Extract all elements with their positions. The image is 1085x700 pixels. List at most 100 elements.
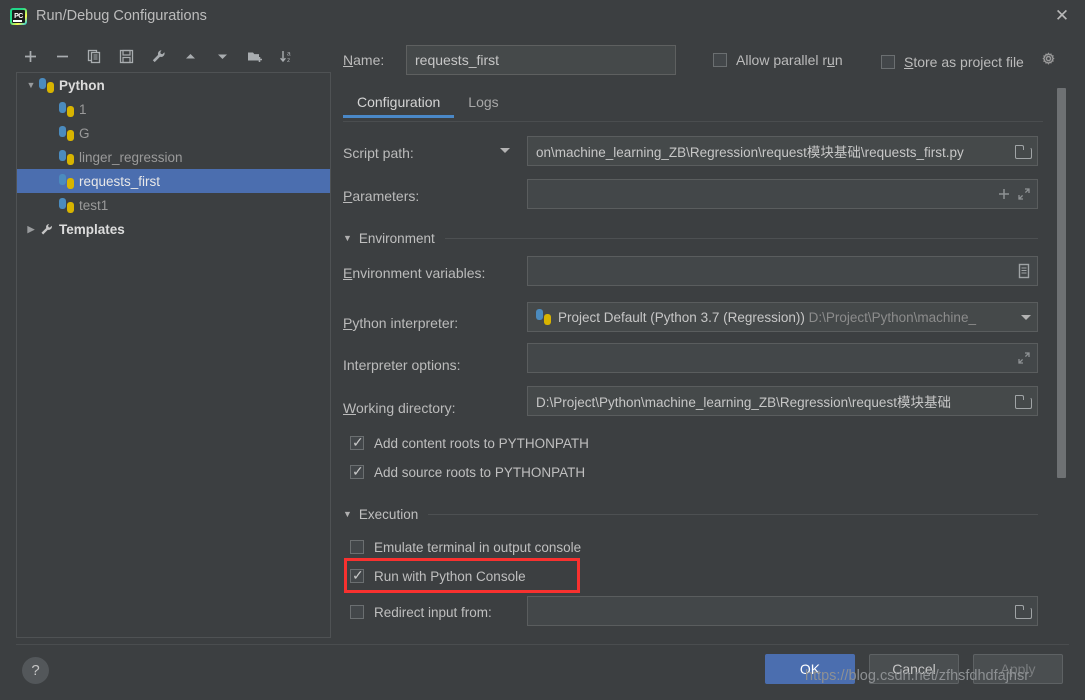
interpreter-options-input[interactable] bbox=[527, 343, 1038, 373]
tree-node-label: G bbox=[79, 125, 90, 141]
tree-node-label: requests_first bbox=[79, 173, 161, 189]
store-as-project-file-checkbox[interactable] bbox=[881, 54, 895, 69]
script-path-input[interactable]: on\machine_learning_ZB\Regression\reques… bbox=[527, 136, 1038, 166]
list-icon[interactable] bbox=[1017, 263, 1031, 279]
configurations-tree[interactable]: ▼ Python 1 G linger_regression requests_… bbox=[16, 72, 331, 638]
new-folder-button[interactable] bbox=[240, 43, 269, 69]
remove-configuration-button[interactable] bbox=[48, 43, 77, 69]
pycharm-logo-icon: PC bbox=[10, 7, 27, 25]
collapse-triangle-icon[interactable]: ▶ bbox=[23, 224, 39, 235]
emulate-terminal-label: Emulate terminal in output console bbox=[374, 539, 582, 555]
run-with-python-console-checkbox[interactable] bbox=[350, 566, 364, 584]
add-configuration-button[interactable] bbox=[16, 43, 45, 69]
redirect-input-field[interactable] bbox=[527, 596, 1038, 626]
name-input[interactable]: requests_first bbox=[406, 45, 676, 75]
environment-section-header[interactable]: ▼ Environment bbox=[343, 228, 1038, 248]
python-interpreter-path: D:\Project\Python\machine_ bbox=[808, 309, 976, 325]
tree-node-label: 1 bbox=[79, 101, 87, 117]
tree-node-templates[interactable]: ▶ Templates bbox=[17, 217, 330, 241]
chevron-down-icon[interactable] bbox=[1021, 314, 1031, 320]
svg-text:z: z bbox=[287, 57, 290, 64]
python-interpreter-dropdown[interactable]: Project Default (Python 3.7 (Regression)… bbox=[527, 302, 1038, 332]
emulate-terminal-row[interactable]: Emulate terminal in output console bbox=[350, 536, 581, 558]
working-directory-label: Working directory: bbox=[343, 400, 456, 416]
wrench-icon bbox=[39, 222, 54, 237]
execution-section-header[interactable]: ▼ Execution bbox=[343, 504, 1038, 524]
python-icon bbox=[59, 173, 74, 189]
allow-parallel-run-checkbox[interactable] bbox=[713, 53, 727, 67]
add-source-roots-checkbox[interactable] bbox=[350, 462, 364, 480]
tree-node-g[interactable]: G bbox=[17, 121, 330, 145]
section-expand-icon[interactable]: ▼ bbox=[343, 233, 352, 243]
python-interpreter-label-row: Python interpreter: bbox=[343, 308, 458, 338]
tree-node-linger-regression[interactable]: linger_regression bbox=[17, 145, 330, 169]
emulate-terminal-checkbox[interactable] bbox=[350, 540, 364, 554]
tree-node-label: linger_regression bbox=[79, 149, 183, 165]
gear-icon[interactable] bbox=[1041, 52, 1056, 71]
environment-section-label: Environment bbox=[358, 230, 435, 246]
python-icon bbox=[59, 197, 74, 213]
python-icon bbox=[59, 101, 74, 117]
edit-templates-wrench-icon[interactable] bbox=[144, 43, 173, 69]
tree-node-python[interactable]: ▼ Python bbox=[17, 73, 330, 97]
working-directory-input[interactable]: D:\Project\Python\machine_learning_ZB\Re… bbox=[527, 386, 1038, 416]
allow-parallel-run-label: Allow parallel run bbox=[736, 52, 843, 68]
python-interpreter-icon bbox=[536, 309, 552, 325]
watermark-text: https://blog.csdn.net/zfhsfdhdfajhsr bbox=[805, 668, 1030, 684]
help-button[interactable]: ? bbox=[22, 657, 49, 684]
interpreter-options-label-row: Interpreter options: bbox=[343, 350, 461, 380]
add-content-roots-checkbox[interactable] bbox=[350, 433, 364, 451]
working-directory-value: D:\Project\Python\machine_learning_ZB\Re… bbox=[536, 395, 951, 410]
add-content-roots-label: Add content roots to PYTHONPATH bbox=[374, 435, 589, 451]
run-debug-configurations-dialog: PC Run/Debug Configurations ✕ a z ▼ Pyth… bbox=[0, 0, 1085, 700]
content-scrollbar-thumb[interactable] bbox=[1057, 88, 1066, 478]
python-interpreter-label: Python interpreter: bbox=[343, 315, 459, 331]
python-icon bbox=[59, 125, 74, 141]
folder-icon[interactable] bbox=[1015, 144, 1032, 159]
python-icon bbox=[39, 77, 54, 93]
tab-divider bbox=[343, 121, 1043, 122]
execution-section-label: Execution bbox=[358, 506, 419, 522]
expand-icon[interactable] bbox=[1017, 187, 1031, 201]
store-as-project-file-row[interactable]: Store as project file bbox=[881, 52, 1056, 71]
tree-node-requests-first[interactable]: requests_first bbox=[17, 169, 330, 193]
plus-icon[interactable] bbox=[997, 187, 1011, 201]
tree-node-test1[interactable]: test1 bbox=[17, 193, 330, 217]
tree-node-label: Python bbox=[59, 77, 105, 93]
folder-icon[interactable] bbox=[1015, 394, 1032, 409]
section-expand-icon[interactable]: ▼ bbox=[343, 509, 352, 519]
close-icon[interactable]: ✕ bbox=[1039, 0, 1085, 32]
move-down-button[interactable] bbox=[208, 43, 237, 69]
redirect-input-row[interactable]: Redirect input from: bbox=[350, 601, 492, 623]
footer-divider bbox=[16, 644, 1069, 645]
parameters-label-row: Parameters: bbox=[343, 181, 419, 211]
tab-configuration[interactable]: Configuration bbox=[343, 90, 455, 118]
interpreter-options-label: Interpreter options: bbox=[343, 357, 461, 373]
add-content-roots-row[interactable]: Add content roots to PYTHONPATH bbox=[350, 432, 589, 454]
tab-bar: Configuration Logs bbox=[343, 90, 1043, 121]
environment-variables-input[interactable] bbox=[527, 256, 1038, 286]
section-rule bbox=[444, 237, 1038, 239]
add-source-roots-row[interactable]: Add source roots to PYTHONPATH bbox=[350, 461, 585, 483]
tree-node-1[interactable]: 1 bbox=[17, 97, 330, 121]
save-configuration-button[interactable] bbox=[112, 43, 141, 69]
parameters-input[interactable] bbox=[527, 179, 1038, 209]
tab-logs[interactable]: Logs bbox=[454, 90, 512, 118]
expand-icon[interactable] bbox=[1017, 351, 1031, 365]
sort-alphabetically-button[interactable]: a z bbox=[272, 43, 301, 69]
env-vars-label-row: Environment variables: bbox=[343, 258, 485, 288]
tree-node-label: test1 bbox=[79, 197, 109, 213]
environment-variables-label: Environment variables: bbox=[343, 265, 486, 281]
move-up-button[interactable] bbox=[176, 43, 205, 69]
copy-configuration-button[interactable] bbox=[80, 43, 109, 69]
allow-parallel-run-row[interactable]: Allow parallel run bbox=[713, 52, 843, 68]
script-path-dropdown-icon[interactable] bbox=[500, 148, 510, 153]
working-directory-label-row: Working directory: bbox=[343, 393, 456, 423]
folder-icon[interactable] bbox=[1015, 604, 1032, 619]
expand-triangle-icon[interactable]: ▼ bbox=[23, 80, 39, 90]
window-title: Run/Debug Configurations bbox=[36, 8, 207, 24]
redirect-input-checkbox[interactable] bbox=[350, 605, 364, 619]
store-as-project-file-label: Store as project file bbox=[904, 53, 1024, 70]
title-bar: PC Run/Debug Configurations ✕ bbox=[0, 0, 1085, 32]
run-with-python-console-row[interactable]: Run with Python Console bbox=[350, 565, 526, 587]
